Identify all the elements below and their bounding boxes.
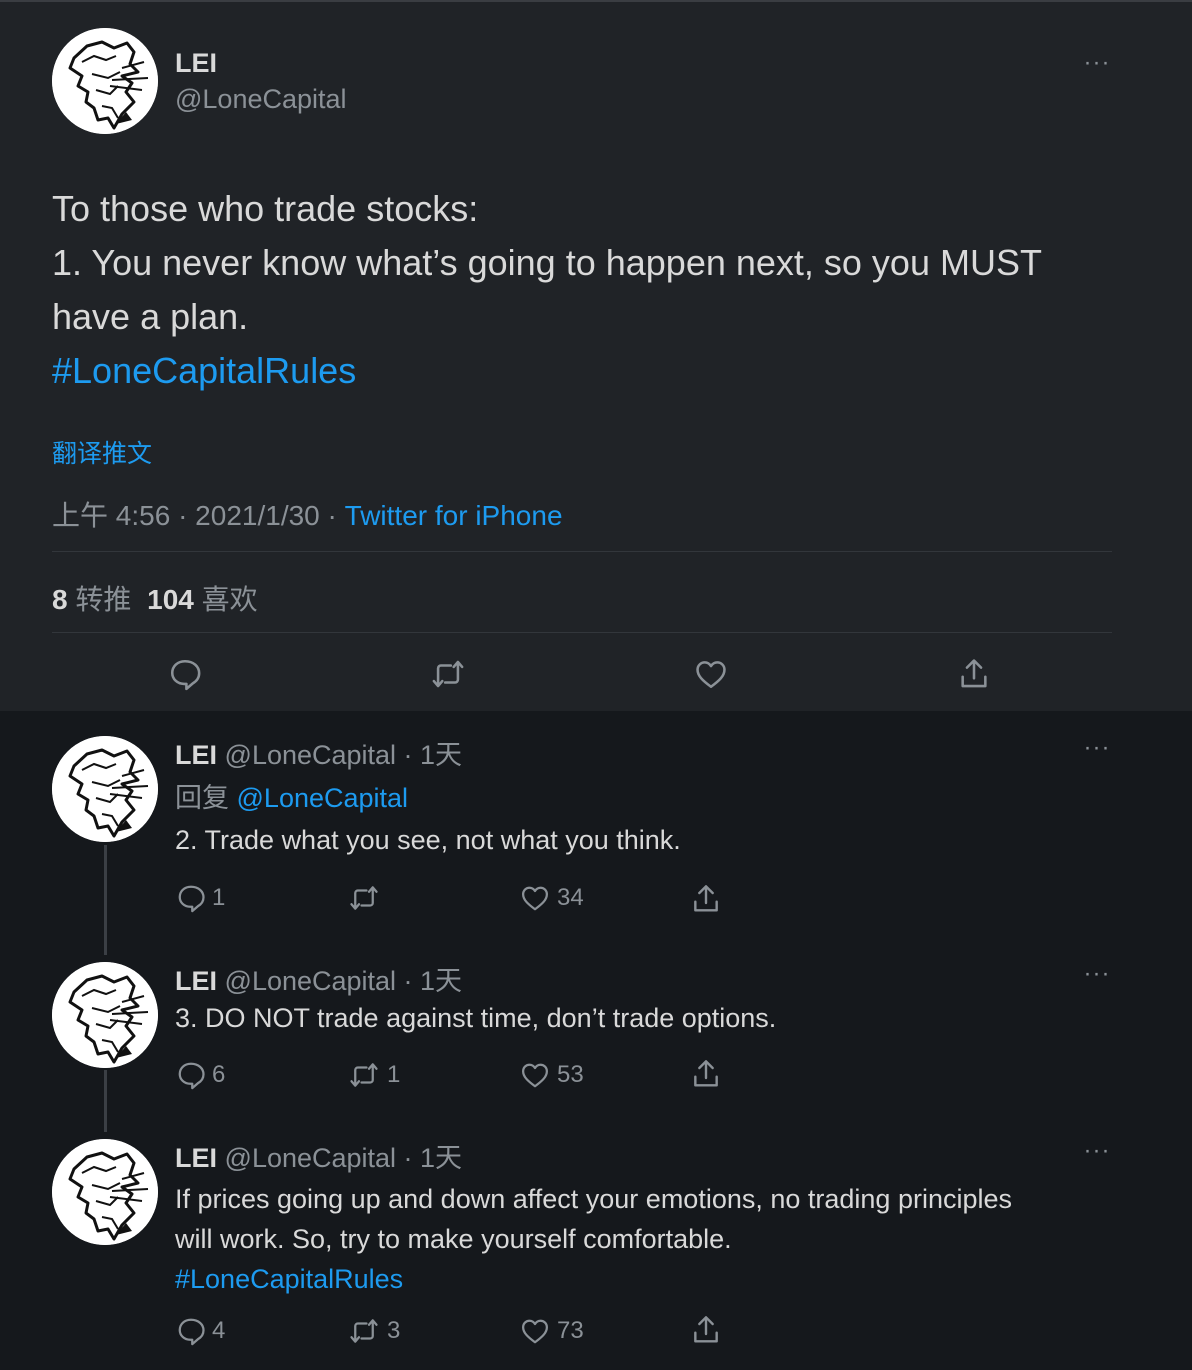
tweet-time[interactable]: 上午 4:56 <box>52 500 170 531</box>
replying-to: 回复 @LoneCapital <box>175 776 408 815</box>
like-button[interactable]: 53 <box>519 1060 584 1090</box>
separator: · <box>327 500 337 531</box>
reply-tweet[interactable]: LEI @LoneCapital · 1天 ··· 3. DO NOT trad… <box>0 956 1192 1131</box>
handle[interactable]: @LoneCapital <box>175 84 347 115</box>
translate-tweet-link[interactable]: 翻译推文 <box>52 434 152 470</box>
share-button[interactable] <box>957 657 991 691</box>
divider <box>52 551 1112 552</box>
display-name[interactable]: LEI <box>175 966 217 996</box>
retweets-label: 转推 <box>75 584 132 615</box>
like-button[interactable]: 34 <box>519 883 584 913</box>
retweet-icon <box>347 883 381 913</box>
retweet-count: 3 <box>387 1317 401 1344</box>
tweet-header: LEI @LoneCapital · 1天 <box>175 1136 462 1175</box>
retweets-stat[interactable]: 8 转推 <box>52 584 139 615</box>
tweet-text-line: If prices going up and down affect your … <box>175 1184 1012 1214</box>
tweet-text: If prices going up and down affect your … <box>175 1179 1012 1299</box>
share-button[interactable] <box>690 1314 722 1346</box>
share-icon <box>690 1314 722 1346</box>
reply-button[interactable]: 4 <box>176 1316 225 1346</box>
avatar[interactable] <box>52 1139 158 1245</box>
reply-icon <box>168 657 202 691</box>
heart-icon <box>519 1316 551 1346</box>
reply-icon <box>176 883 206 913</box>
reply-icon <box>176 1060 206 1090</box>
separator: · <box>178 500 188 531</box>
reply-button[interactable] <box>168 657 202 691</box>
share-button[interactable] <box>690 883 722 915</box>
retweet-button[interactable] <box>347 883 387 913</box>
like-button[interactable] <box>694 657 728 691</box>
reply-tweet[interactable]: LEI @LoneCapital · 1天 ··· If prices goin… <box>0 1131 1192 1370</box>
tweet-text: 2. Trade what you see, not what you thin… <box>175 825 681 855</box>
tweet-timestamp-row: 上午 4:56 · 2021/1/30 · Twitter for iPhone <box>52 494 563 534</box>
reply-button[interactable]: 6 <box>176 1060 225 1090</box>
share-icon <box>690 1058 722 1090</box>
likes-stat[interactable]: 104 喜欢 <box>147 584 258 615</box>
like-button[interactable]: 73 <box>519 1316 584 1346</box>
reply-icon <box>176 1316 206 1346</box>
heart-icon <box>519 1060 551 1090</box>
hashtag-link[interactable]: #LoneCapitalRules <box>175 1259 1012 1299</box>
avatar[interactable] <box>52 962 158 1068</box>
display-name[interactable]: LEI <box>175 1143 217 1173</box>
like-count: 34 <box>557 884 584 911</box>
retweet-icon <box>347 1060 381 1090</box>
main-tweet: LEI @LoneCapital ··· To those who trade … <box>0 0 1192 711</box>
retweet-icon <box>431 657 465 691</box>
likes-label: 喜欢 <box>201 584 258 615</box>
more-icon[interactable]: ··· <box>1082 962 1112 986</box>
retweets-count: 8 <box>52 584 68 615</box>
share-button[interactable] <box>690 1058 722 1090</box>
heart-icon <box>519 883 551 913</box>
tweet-text: 3. DO NOT trade against time, don’t trad… <box>175 1003 777 1033</box>
like-count: 73 <box>557 1317 584 1344</box>
likes-count: 104 <box>147 584 194 615</box>
tweet-text-line: To those who trade stocks: <box>52 188 479 229</box>
avatar[interactable] <box>52 736 158 842</box>
reply-prefix: 回复 <box>175 783 229 813</box>
reply-count: 1 <box>212 884 226 911</box>
handle-and-time[interactable]: @LoneCapital · 1天 <box>225 1143 463 1173</box>
display-name[interactable]: LEI <box>175 48 217 79</box>
tweet-text-line: 1. You never know what’s going to happen… <box>52 242 1042 283</box>
divider <box>52 632 1112 633</box>
reply-count: 6 <box>212 1061 226 1088</box>
share-icon <box>957 657 991 691</box>
retweet-button[interactable]: 1 <box>347 1060 400 1090</box>
tweet-header: LEI @LoneCapital · 1天 <box>175 733 462 772</box>
like-count: 53 <box>557 1061 584 1088</box>
tweet-header: LEI @LoneCapital · 1天 <box>175 959 462 998</box>
avatar[interactable] <box>52 28 158 134</box>
more-icon[interactable]: ··· <box>1082 736 1112 760</box>
heart-icon <box>694 657 728 691</box>
mention-link[interactable]: @LoneCapital <box>237 783 409 813</box>
tweet-text-line: will work. So, try to make yourself comf… <box>175 1224 732 1254</box>
share-icon <box>690 883 722 915</box>
tweet-date[interactable]: 2021/1/30 <box>195 500 320 531</box>
handle-and-time[interactable]: @LoneCapital · 1天 <box>225 966 463 996</box>
retweet-button[interactable]: 3 <box>347 1316 400 1346</box>
more-icon[interactable]: ··· <box>1082 1139 1112 1163</box>
engagement-stats: 8 转推 104 喜欢 <box>52 578 258 618</box>
reply-tweet[interactable]: LEI @LoneCapital · 1天 ··· 回复 @LoneCapita… <box>0 711 1192 956</box>
retweet-icon <box>347 1316 381 1346</box>
tweet-source-link[interactable]: Twitter for iPhone <box>345 500 563 531</box>
display-name[interactable]: LEI <box>175 740 217 770</box>
hashtag-link[interactable]: #LoneCapitalRules <box>52 344 1042 398</box>
handle-and-time[interactable]: @LoneCapital · 1天 <box>225 740 463 770</box>
reply-count: 4 <box>212 1317 226 1344</box>
retweet-count: 1 <box>387 1061 401 1088</box>
retweet-button[interactable] <box>431 657 465 691</box>
reply-button[interactable]: 1 <box>176 883 225 913</box>
tweet-text: To those who trade stocks: 1. You never … <box>52 182 1042 398</box>
more-icon[interactable]: ··· <box>1082 51 1112 75</box>
tweet-text-line: have a plan. <box>52 296 249 337</box>
